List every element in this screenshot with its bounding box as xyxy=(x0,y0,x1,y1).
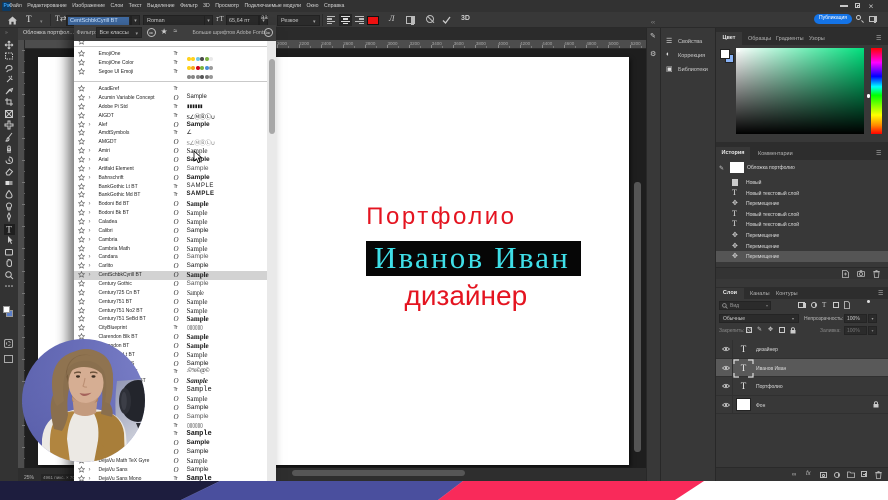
svg-text:T: T xyxy=(6,224,12,234)
